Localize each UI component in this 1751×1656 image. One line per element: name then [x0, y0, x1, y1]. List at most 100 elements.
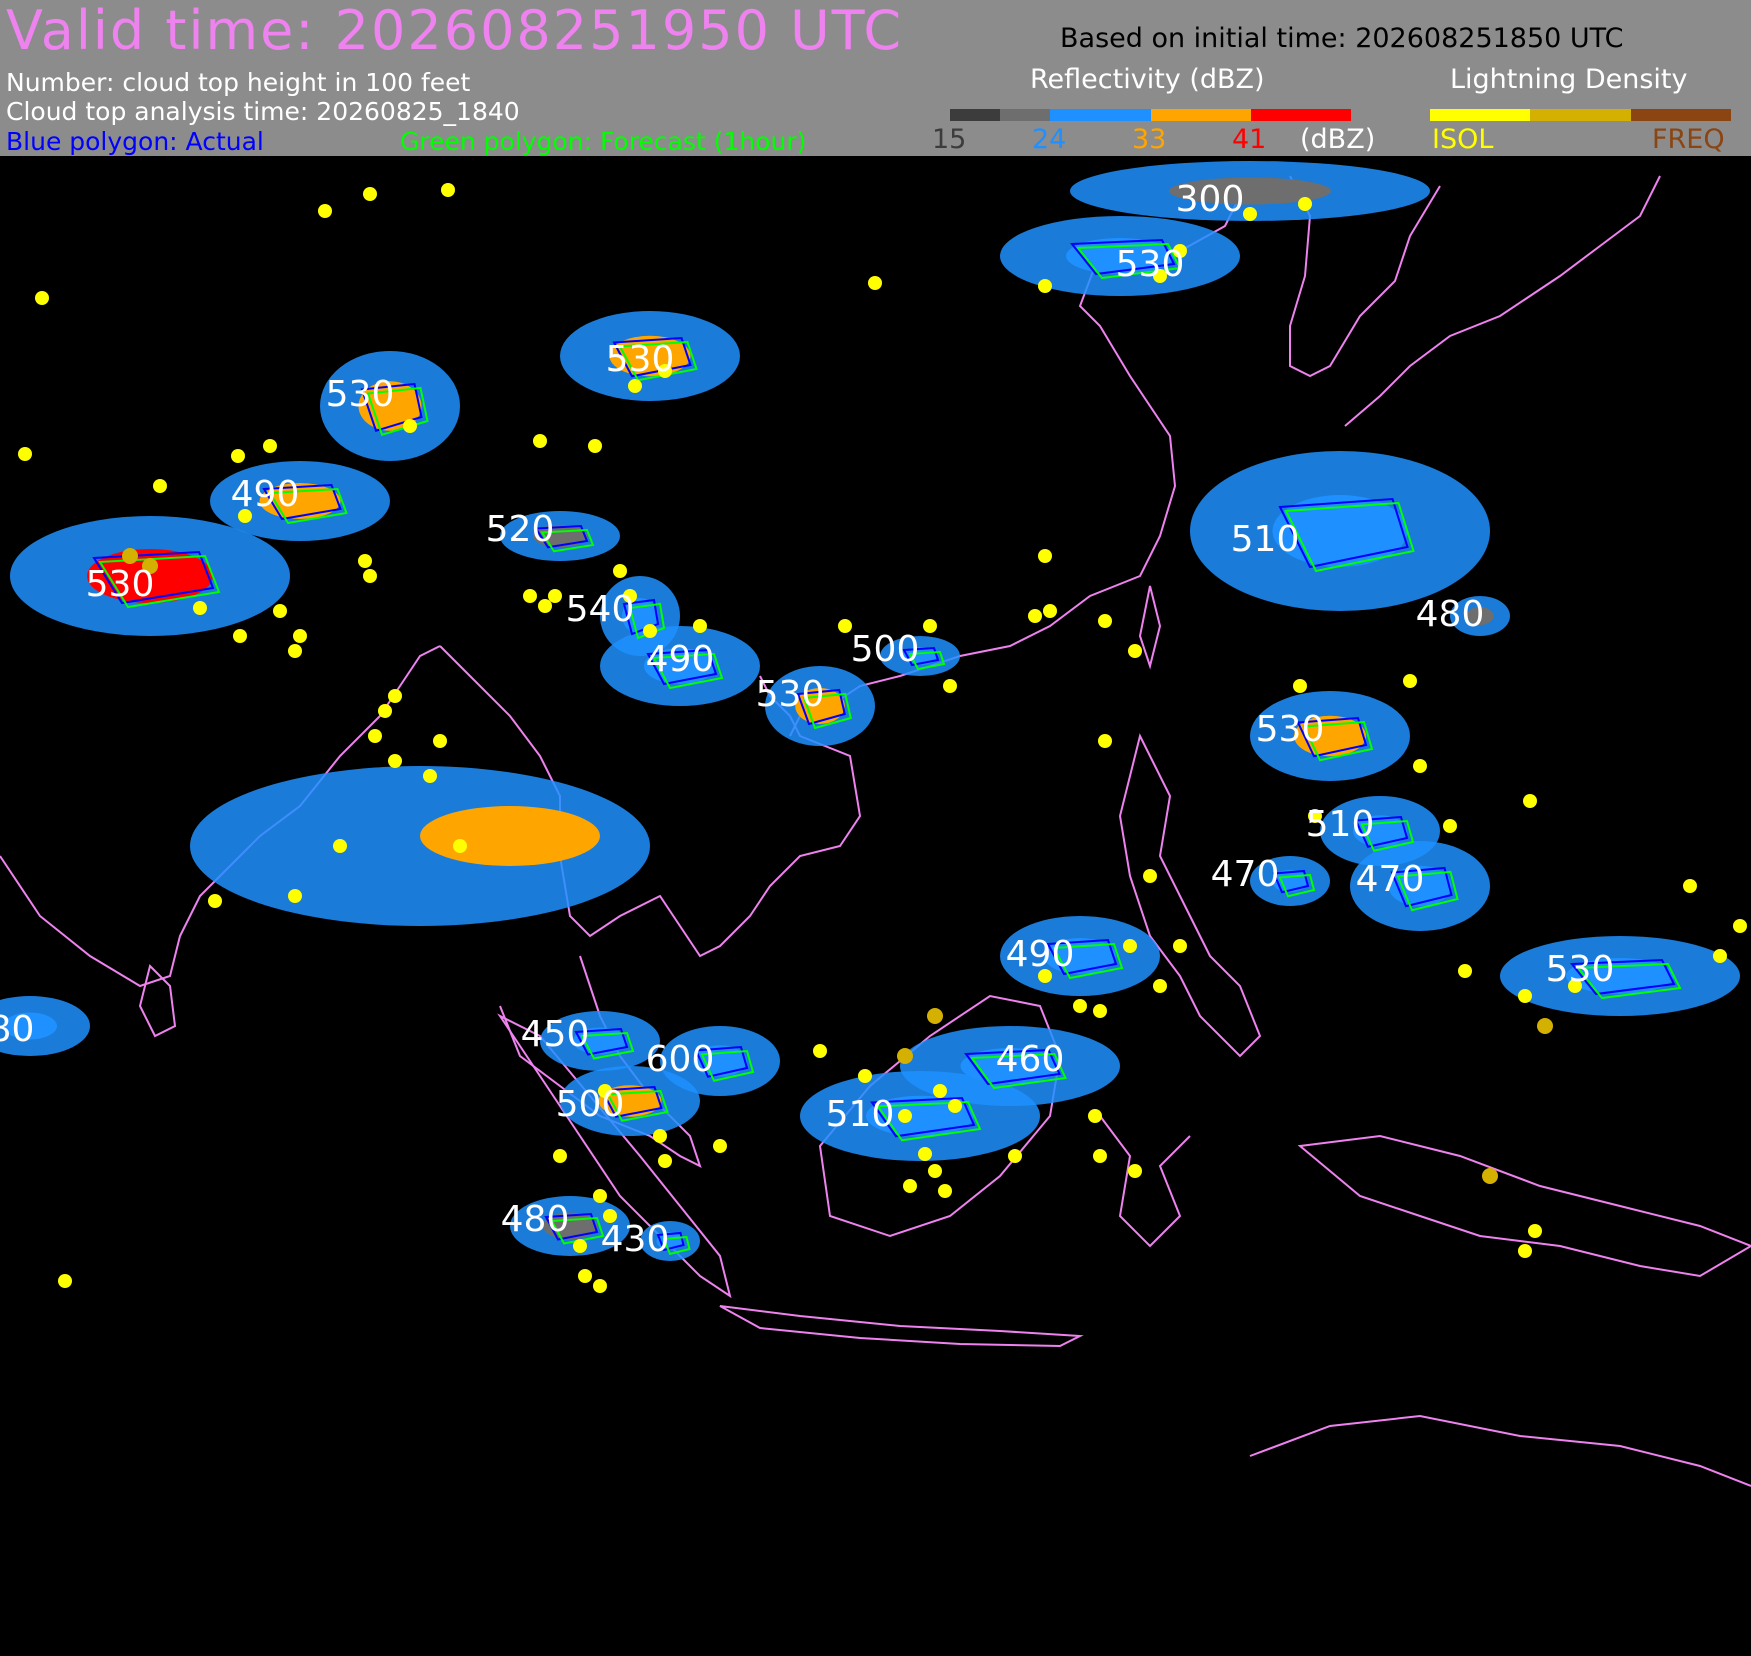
- lightning-bar-segment: [1530, 109, 1631, 121]
- cloud-top-label: 530: [1546, 949, 1615, 990]
- lightning-legend-title: Lightning Density: [1450, 64, 1688, 95]
- lightning-marker: [288, 889, 302, 903]
- lightning-marker: [613, 564, 627, 578]
- lightning-marker: [1518, 1244, 1532, 1258]
- lightning-marker: [388, 689, 402, 703]
- lightning-color-bar: [1430, 109, 1731, 121]
- lightning-marker: [1123, 939, 1137, 953]
- lightning-marker: [1088, 1109, 1102, 1123]
- reflectivity-bar-segment: [950, 109, 1001, 121]
- cloud-top-label: 480: [501, 1199, 570, 1240]
- lightning-marker: [318, 204, 332, 218]
- reflectivity-bar-segment: [1300, 109, 1351, 121]
- lightning-marker: [193, 601, 207, 615]
- lightning-marker: [1403, 674, 1417, 688]
- lightning-marker: [18, 447, 32, 461]
- lightning-marker: [713, 1139, 727, 1153]
- lightning-marker-moderate: [927, 1008, 943, 1024]
- lightning-isol-label: ISOL: [1432, 124, 1494, 155]
- cloud-top-label: 510: [826, 1094, 895, 1135]
- lightning-marker: [813, 1044, 827, 1058]
- lightning-marker: [378, 704, 392, 718]
- satellite-map: 300 530 530 530 490 530 520 540 490 500 530 510 480 5…: [0, 161, 1751, 1487]
- valid-time-title: Valid time: 202608251950 UTC: [6, 0, 904, 62]
- lightning-bar-segment: [1430, 109, 1531, 121]
- lightning-marker: [233, 629, 247, 643]
- cloud-top-label: 530: [86, 564, 155, 605]
- cloud-top-label: 510: [1231, 519, 1300, 560]
- lightning-marker: [588, 439, 602, 453]
- lightning-marker: [923, 619, 937, 633]
- lightning-marker-moderate: [122, 548, 138, 564]
- lightning-bar-segment: [1630, 109, 1731, 121]
- green-polygon-legend: Green polygon: Forecast (1hour): [400, 127, 807, 156]
- lightning-marker: [1098, 734, 1112, 748]
- lightning-marker: [943, 679, 957, 693]
- lightning-marker: [1243, 207, 1257, 221]
- coastline-taiwan: [1138, 585, 1162, 670]
- lightning-marker: [1458, 964, 1472, 978]
- lightning-marker: [1298, 197, 1312, 211]
- lightning-marker: [1518, 989, 1532, 1003]
- lightning-marker: [368, 729, 382, 743]
- reflectivity-bar-segment: [1100, 109, 1151, 121]
- lightning-marker: [1128, 644, 1142, 658]
- lightning-marker: [523, 589, 537, 603]
- cloud-top-label: 480: [0, 1009, 34, 1050]
- reflectivity-tick-24: 24: [1032, 124, 1067, 155]
- lightning-marker: [593, 1279, 607, 1293]
- lightning-marker: [533, 434, 547, 448]
- lightning-marker: [898, 1109, 912, 1123]
- lightning-marker: [1733, 919, 1747, 933]
- coastline-java: [719, 1305, 1084, 1348]
- lightning-marker: [548, 589, 562, 603]
- lightning-marker: [273, 604, 287, 618]
- cloud-top-label: 430: [601, 1219, 670, 1260]
- cloud-top-label: 530: [1116, 244, 1185, 285]
- lightning-marker: [938, 1184, 952, 1198]
- lightning-marker: [58, 1274, 72, 1288]
- lightning-marker: [441, 183, 455, 197]
- reflectivity-tick-33: 33: [1132, 124, 1167, 155]
- lightning-marker: [1173, 939, 1187, 953]
- lightning-marker: [903, 1179, 917, 1193]
- header-panel: Valid time: 202608251950 UTC Based on in…: [0, 0, 1751, 156]
- lightning-marker: [1073, 999, 1087, 1013]
- lightning-marker: [153, 479, 167, 493]
- lightning-marker: [643, 624, 657, 638]
- cloud-top-label: 600: [646, 1039, 715, 1080]
- cloud-top-label: 490: [1006, 934, 1075, 975]
- cloud-top-label: 510: [1306, 804, 1375, 845]
- reflectivity-unit: (dBZ): [1300, 124, 1376, 155]
- reflectivity-bar-segment: [1000, 109, 1051, 121]
- lightning-marker: [293, 629, 307, 643]
- reflectivity-bar-segment: [1200, 109, 1251, 121]
- cloud-top-label: 530: [1256, 709, 1325, 750]
- reflectivity-color-bar: [950, 109, 1351, 121]
- lightning-marker: [231, 449, 245, 463]
- cloud-top-label: 530: [606, 339, 675, 380]
- cloud-top-label: 470: [1211, 854, 1280, 895]
- lightning-marker: [1093, 1004, 1107, 1018]
- lightning-marker: [403, 419, 417, 433]
- lightning-marker: [693, 619, 707, 633]
- lightning-marker: [1443, 819, 1457, 833]
- lightning-marker: [1713, 949, 1727, 963]
- lightning-marker: [1128, 1164, 1142, 1178]
- cloud-top-label: 300: [1176, 179, 1245, 220]
- lightning-marker: [363, 187, 377, 201]
- initial-time-label: Based on initial time: 202608251850 UTC: [1060, 23, 1624, 54]
- coastline-australia: [1249, 1414, 1751, 1487]
- coastline-philippines: [1118, 733, 1262, 1058]
- reflectivity-tick-41: 41: [1232, 124, 1267, 155]
- lightning-marker: [288, 644, 302, 658]
- coastline-sulawesi: [1099, 1115, 1191, 1248]
- lightning-marker: [1683, 879, 1697, 893]
- lightning-marker: [653, 1129, 667, 1143]
- cloud-top-label: 530: [756, 674, 825, 715]
- lightning-marker: [208, 894, 222, 908]
- lightning-marker: [538, 599, 552, 613]
- lightning-marker-moderate: [1482, 1168, 1498, 1184]
- lightning-marker: [858, 1069, 872, 1083]
- cloud-top-label: 500: [556, 1084, 625, 1125]
